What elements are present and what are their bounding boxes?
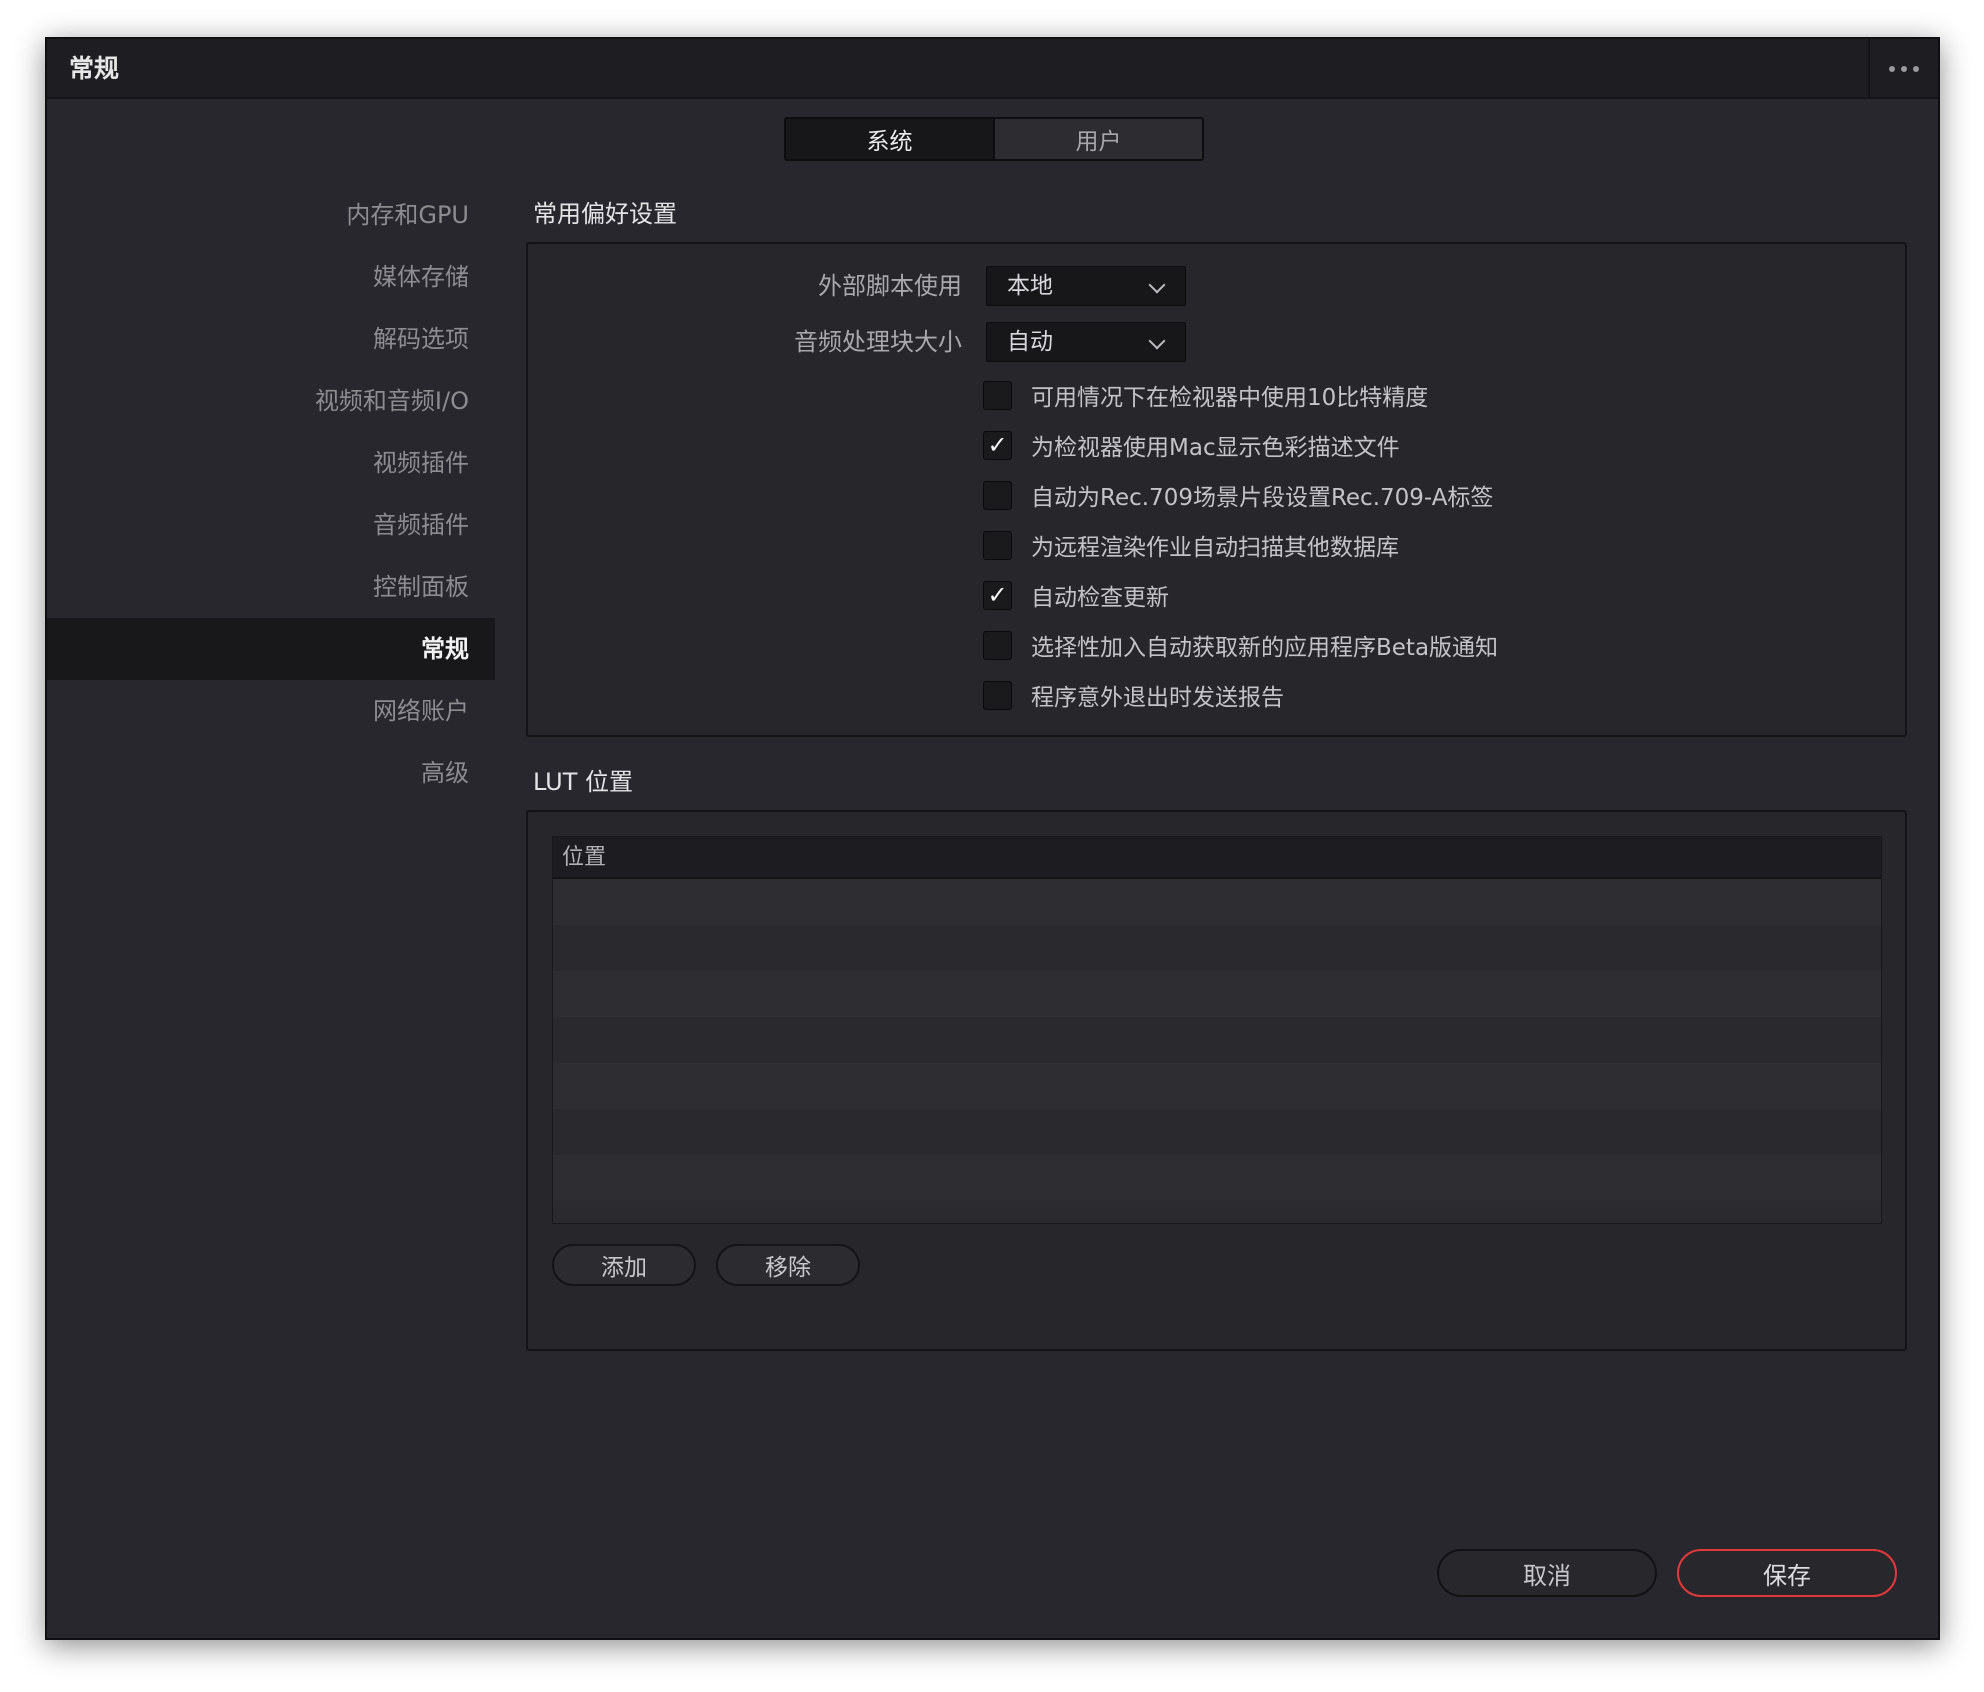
sidebar-item-general[interactable]: 常规 — [47, 618, 495, 680]
checkbox-beta-notifications[interactable] — [983, 630, 1012, 660]
lut-location-list[interactable]: 位置 — [552, 836, 1882, 1224]
option-label: 选择性加入自动获取新的应用程序Beta版通知 — [1031, 635, 1499, 661]
checkbox-remote-render-scan[interactable] — [983, 530, 1012, 560]
cancel-button[interactable]: 取消 — [1437, 1549, 1657, 1597]
audio-block-size-value: 自动 — [1007, 329, 1053, 355]
option-label: 为检视器使用Mac显示色彩描述文件 — [1031, 435, 1400, 461]
option-mac-display-profile[interactable]: ✓ 为检视器使用Mac显示色彩描述文件 — [983, 429, 1400, 461]
lut-section-title: LUT 位置 — [533, 768, 634, 796]
save-button[interactable]: 保存 — [1677, 1549, 1897, 1597]
remove-button[interactable]: 移除 — [716, 1244, 860, 1286]
external-scripting-value: 本地 — [1007, 273, 1053, 299]
sidebar-item-control-panels[interactable]: 控制面板 — [47, 556, 495, 618]
list-row — [553, 879, 1881, 925]
checkbox-auto-check-updates[interactable]: ✓ — [983, 580, 1012, 610]
option-label: 自动为Rec.709场景片段设置Rec.709-A标签 — [1031, 485, 1494, 511]
tab-bar: 系统 用户 — [784, 117, 1204, 161]
list-row — [553, 925, 1881, 971]
external-scripting-label: 外部脚本使用 — [818, 272, 962, 300]
list-column-header: 位置 — [553, 837, 1881, 879]
list-row — [553, 1017, 1881, 1063]
tab-system[interactable]: 系统 — [786, 119, 995, 159]
option-crash-report[interactable]: 程序意外退出时发送报告 — [983, 679, 1284, 711]
more-horizontal-icon — [1913, 66, 1919, 72]
lut-panel: 位置 添加 移除 — [526, 810, 1907, 1351]
more-options-button[interactable] — [1868, 39, 1938, 99]
sidebar: 内存和GPU 媒体存储 解码选项 视频和音频I/O 视频插件 音频插件 控制面板… — [47, 184, 495, 804]
checkbox-crash-report[interactable] — [983, 680, 1012, 710]
title-bar: 常规 — [47, 39, 1938, 99]
sidebar-item-media-storage[interactable]: 媒体存储 — [47, 246, 495, 308]
option-remote-render-scan[interactable]: 为远程渲染作业自动扫描其他数据库 — [983, 529, 1399, 561]
add-button[interactable]: 添加 — [552, 1244, 696, 1286]
option-auto-check-updates[interactable]: ✓ 自动检查更新 — [983, 579, 1169, 611]
general-prefs-panel: 外部脚本使用 本地 音频处理块大小 自动 可用情况下在检视器中使用10比特精度 … — [526, 242, 1907, 737]
option-label: 自动检查更新 — [1031, 585, 1169, 611]
window-title: 常规 — [69, 54, 120, 83]
option-beta-notifications[interactable]: 选择性加入自动获取新的应用程序Beta版通知 — [983, 629, 1498, 661]
external-scripting-select[interactable]: 本地 — [986, 266, 1186, 306]
checkbox-10bit-viewer[interactable] — [983, 380, 1012, 410]
chevron-down-icon — [1148, 276, 1166, 294]
audio-block-size-select[interactable]: 自动 — [986, 322, 1186, 362]
more-horizontal-icon — [1889, 66, 1895, 72]
tab-user[interactable]: 用户 — [995, 119, 1202, 159]
sidebar-item-internet-accounts[interactable]: 网络账户 — [47, 680, 495, 742]
external-scripting-row: 外部脚本使用 本地 — [528, 266, 1905, 306]
audio-block-size-label: 音频处理块大小 — [794, 328, 962, 356]
sidebar-item-video-audio-io[interactable]: 视频和音频I/O — [47, 370, 495, 432]
option-label: 可用情况下在检视器中使用10比特精度 — [1031, 385, 1429, 411]
checkbox-mac-display-profile[interactable]: ✓ — [983, 430, 1012, 460]
sidebar-item-video-plugins[interactable]: 视频插件 — [47, 432, 495, 494]
option-rec709a-tag[interactable]: 自动为Rec.709场景片段设置Rec.709-A标签 — [983, 479, 1493, 511]
list-row — [553, 1063, 1881, 1109]
more-horizontal-icon — [1901, 66, 1907, 72]
sidebar-item-memory-gpu[interactable]: 内存和GPU — [47, 184, 495, 246]
sidebar-item-decode-options[interactable]: 解码选项 — [47, 308, 495, 370]
option-label: 为远程渲染作业自动扫描其他数据库 — [1031, 535, 1399, 561]
chevron-down-icon — [1148, 332, 1166, 350]
list-row — [553, 1109, 1881, 1155]
sidebar-item-advanced[interactable]: 高级 — [47, 742, 495, 804]
list-row — [553, 1155, 1881, 1201]
checkmark-icon: ✓ — [987, 431, 1008, 459]
checkbox-rec709a-tag[interactable] — [983, 480, 1012, 510]
checkmark-icon: ✓ — [987, 581, 1008, 609]
preferences-window: 常规 系统 用户 内存和GPU 媒体存储 解码选项 视频和音频I/O 视频插件 … — [45, 37, 1940, 1640]
sidebar-item-audio-plugins[interactable]: 音频插件 — [47, 494, 495, 556]
option-label: 程序意外退出时发送报告 — [1031, 685, 1284, 711]
list-row — [553, 971, 1881, 1017]
audio-block-size-row: 音频处理块大小 自动 — [528, 322, 1905, 362]
option-10bit-viewer[interactable]: 可用情况下在检视器中使用10比特精度 — [983, 379, 1428, 411]
general-prefs-title: 常用偏好设置 — [533, 200, 677, 228]
